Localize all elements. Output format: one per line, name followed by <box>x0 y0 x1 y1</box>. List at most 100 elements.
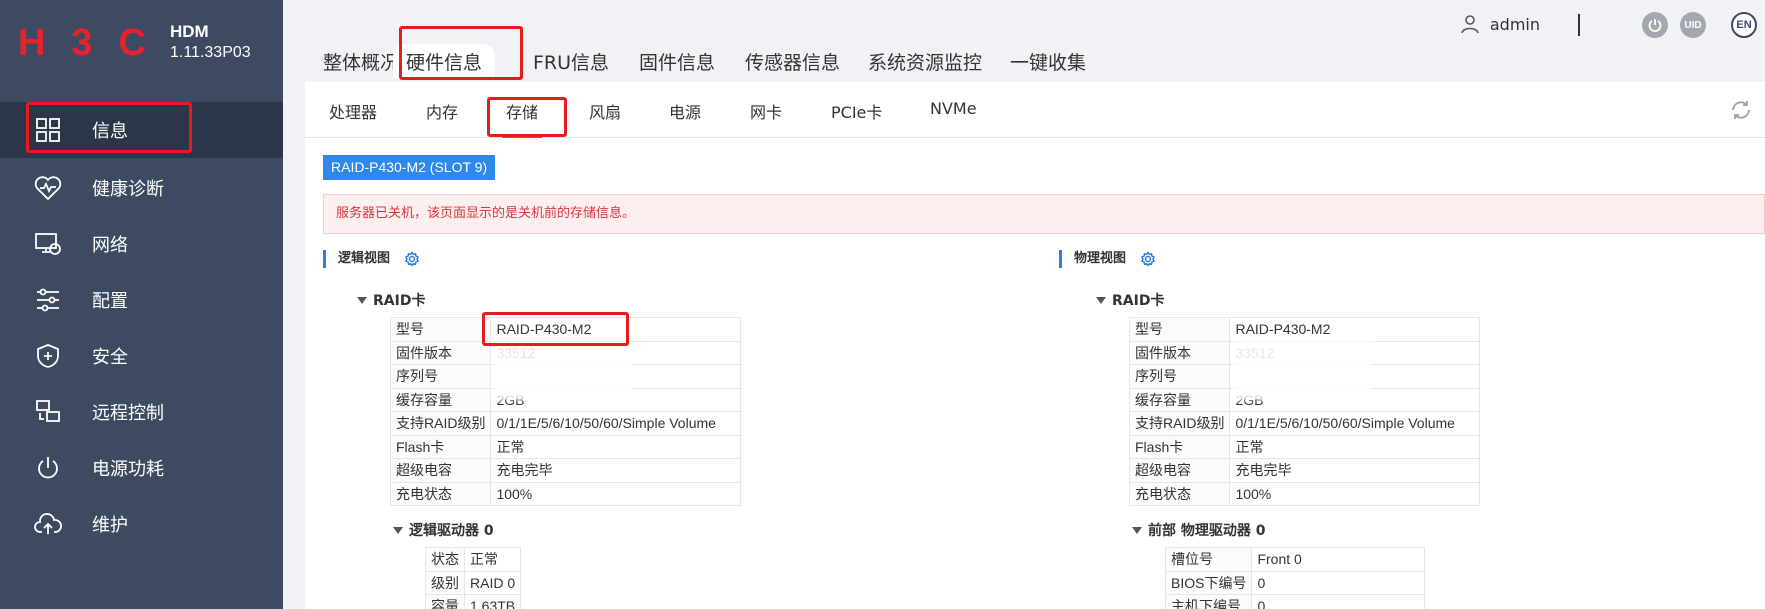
tab-hardware-info[interactable]: 硬件信息 <box>393 44 495 78</box>
subtab-nvme[interactable]: NVMe <box>930 99 977 118</box>
row-value: 1.63TB <box>463 594 522 609</box>
row-value: 充电完毕 <box>1229 458 1480 483</box>
row-key: 状态 <box>425 547 465 572</box>
sidebar-item-label: 远程控制 <box>92 403 164 424</box>
subtab-cpu[interactable]: 处理器 <box>329 99 377 123</box>
row-key: 固件版本 <box>389 340 492 365</box>
group-title: 逻辑驱动器 0 <box>409 523 494 539</box>
logical-view-header: 逻辑视图 <box>323 250 420 268</box>
physical-drive-toggle[interactable]: 前部 物理驱动器 0 <box>1132 520 1266 540</box>
table-row: BIOS下编号 0 <box>1164 570 1425 595</box>
tab-one-click-collect[interactable]: 一键收集 <box>1010 48 1086 75</box>
sidebar-item-info[interactable]: 信息 <box>0 102 283 158</box>
sidebar-item-label: 网络 <box>92 235 128 256</box>
sidebar-item-security[interactable]: 安全 <box>0 328 283 384</box>
svg-text:H3C: H3C <box>18 24 148 60</box>
sidebar-item-label: 安全 <box>92 347 128 368</box>
table-row: 状态 正常 <box>425 547 522 572</box>
brand-area: H3C HDM 1.11.33P03 <box>0 0 283 102</box>
sidebar-item-remote-control[interactable]: 远程控制 <box>0 384 283 440</box>
network-monitor-icon <box>34 230 62 258</box>
header-separator <box>1578 14 1580 36</box>
row-value: Front 0 <box>1251 547 1425 572</box>
row-key: 序列号 <box>389 364 492 389</box>
table-row: 支持RAID级别 0/1/1E/5/6/10/50/60/Simple Volum… <box>1128 411 1480 436</box>
raid-card-toggle[interactable]: RAID卡 <box>357 290 425 310</box>
row-value: 正常 <box>1229 434 1480 459</box>
table-row: 充电状态 100% <box>389 481 741 506</box>
h3c-logo: H3C <box>18 24 148 60</box>
row-key: 充电状态 <box>1128 481 1231 506</box>
caret-down-icon <box>357 296 367 304</box>
row-value: 0/1/1E/5/6/10/50/60/Simple Volume <box>1229 411 1480 436</box>
refresh-icon[interactable] <box>1729 98 1753 122</box>
tab-sensor-info[interactable]: 传感器信息 <box>745 48 840 75</box>
row-value: 100% <box>1229 481 1480 506</box>
table-row: 容量 1.63TB <box>425 594 522 609</box>
top-header: admin UID EN 整体概况 硬件信息 FRU信息 固件信息 传感器信息 … <box>283 0 1765 82</box>
row-key: 缓存容量 <box>389 387 492 412</box>
row-value: 充电完毕 <box>490 458 741 483</box>
power-button[interactable] <box>1642 12 1668 38</box>
group-title: RAID卡 <box>1112 293 1165 309</box>
caret-down-icon <box>393 526 403 534</box>
gear-icon[interactable] <box>1140 251 1156 267</box>
row-value: RAID-P430-M2 <box>1229 317 1480 342</box>
logical-drive-table: 状态 正常 级别 RAID 0 容量 1.63TB <box>425 547 522 609</box>
section-title: 逻辑视图 <box>338 251 391 266</box>
subtab-memory[interactable]: 内存 <box>426 99 458 123</box>
tab-resource-monitor[interactable]: 系统资源监控 <box>868 48 982 75</box>
caret-down-icon <box>1096 296 1106 304</box>
row-key: 支持RAID级别 <box>1128 411 1231 436</box>
row-key: 槽位号 <box>1164 547 1253 572</box>
table-row: 主机下编号 0 <box>1164 594 1425 609</box>
tab-overview[interactable]: 整体概况 <box>323 48 399 75</box>
subtab-pcie[interactable]: PCIe卡 <box>831 99 882 123</box>
tab-firmware-info[interactable]: 固件信息 <box>639 48 715 75</box>
row-key: 型号 <box>1128 317 1231 342</box>
redaction-blur <box>493 340 633 400</box>
sidebar: H3C HDM 1.11.33P03 信息 健康诊断 网络 配置 安全 远程控制… <box>0 0 283 609</box>
table-row: 型号 RAID-P430-M2 <box>389 317 741 342</box>
remote-screen-icon <box>34 398 62 426</box>
subtab-fan[interactable]: 风扇 <box>589 99 621 123</box>
power-icon <box>34 454 62 482</box>
user-icon <box>1461 15 1479 34</box>
row-key: 容量 <box>425 594 465 609</box>
subtab-nic[interactable]: 网卡 <box>750 99 782 123</box>
row-key: BIOS下编号 <box>1164 570 1253 595</box>
section-title: 物理视图 <box>1074 251 1127 266</box>
table-row: 级别 RAID 0 <box>425 570 522 595</box>
cloud-upload-icon <box>34 510 62 538</box>
sidebar-item-config[interactable]: 配置 <box>0 272 283 328</box>
row-value: 正常 <box>490 434 741 459</box>
sidebar-item-network[interactable]: 网络 <box>0 216 283 272</box>
sidebar-item-power[interactable]: 电源功耗 <box>0 440 283 496</box>
row-key: Flash卡 <box>389 434 492 459</box>
subtab-power-supply[interactable]: 电源 <box>669 99 701 123</box>
gear-icon[interactable] <box>404 251 420 267</box>
controller-badge[interactable]: RAID-P430-M2 (SLOT 9) <box>323 155 496 180</box>
tab-fru-info[interactable]: FRU信息 <box>533 48 609 75</box>
group-title: RAID卡 <box>373 293 426 309</box>
sidebar-item-label: 信息 <box>92 121 128 142</box>
row-key: 型号 <box>389 317 492 342</box>
sidebar-item-health[interactable]: 健康诊断 <box>0 160 283 216</box>
row-key: 固件版本 <box>1128 340 1231 365</box>
row-value: RAID 0 <box>463 570 522 595</box>
table-row: Flash卡 正常 <box>1128 434 1480 459</box>
grid-icon <box>34 116 62 144</box>
row-value: 0/1/1E/5/6/10/50/60/Simple Volume <box>490 411 741 436</box>
user-menu[interactable]: admin <box>1460 14 1540 34</box>
product-version: 1.11.33P03 <box>170 44 251 61</box>
raid-card-toggle[interactable]: RAID卡 <box>1096 290 1164 310</box>
row-value: 0 <box>1251 594 1425 609</box>
subtab-storage[interactable]: 存储 <box>506 99 538 123</box>
table-row: 超级电容 充电完毕 <box>389 458 741 483</box>
language-button[interactable]: EN <box>1731 12 1757 38</box>
logical-drive-toggle[interactable]: 逻辑驱动器 0 <box>393 520 494 540</box>
username: admin <box>1489 14 1540 34</box>
sidebar-item-maintenance[interactable]: 维护 <box>0 496 283 552</box>
uid-button[interactable]: UID <box>1680 12 1706 38</box>
heart-pulse-icon <box>34 174 62 202</box>
